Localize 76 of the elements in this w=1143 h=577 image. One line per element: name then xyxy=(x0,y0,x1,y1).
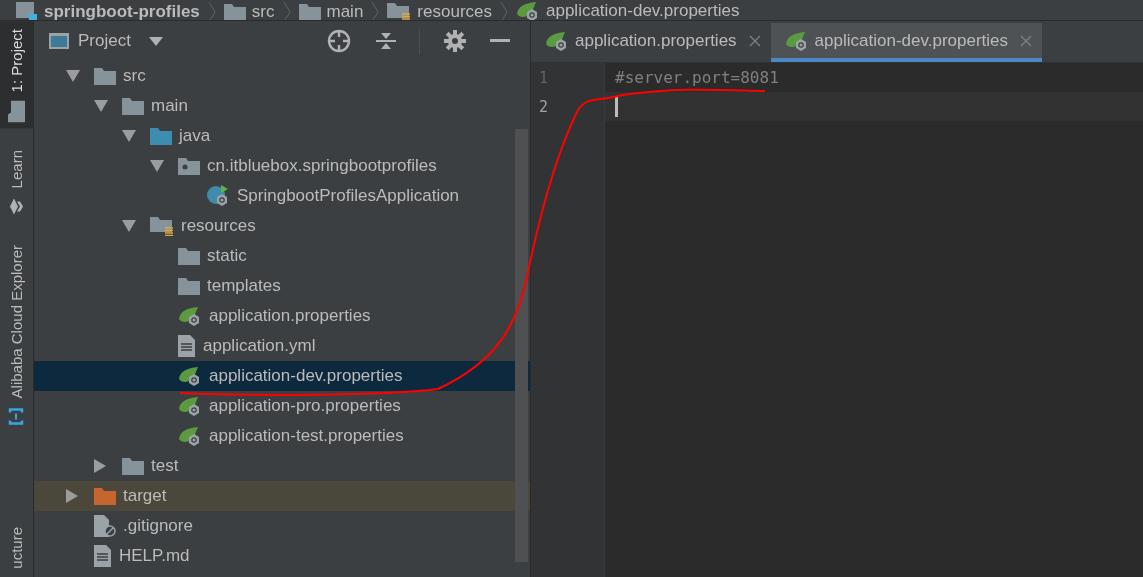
panel-title: Project xyxy=(78,31,131,51)
class-icon xyxy=(206,185,230,207)
editor-tab[interactable]: application-dev.properties xyxy=(770,23,1043,62)
folder-icon xyxy=(94,67,116,85)
separator-icon xyxy=(371,2,380,20)
leaf-gear-icon xyxy=(178,395,202,417)
tree-item[interactable]: cn.itbluebox.springbootprofiles xyxy=(34,151,530,181)
tool-window-tab[interactable]: Alibaba Cloud Explorer xyxy=(0,236,33,433)
folder-icon xyxy=(5,102,28,121)
tree-item[interactable]: application-test.properties xyxy=(34,421,530,451)
expanded-arrow-icon[interactable] xyxy=(122,220,136,232)
leaf-gear-icon xyxy=(178,365,202,387)
breadcrumb-item[interactable]: main xyxy=(326,2,364,20)
tree-item[interactable]: target xyxy=(34,481,530,511)
expanded-arrow-icon[interactable] xyxy=(122,130,136,142)
package-icon xyxy=(178,157,200,175)
collapsed-arrow-icon[interactable] xyxy=(66,489,78,503)
tree-item[interactable]: HELP.md xyxy=(34,541,530,571)
tree-item[interactable]: test xyxy=(34,451,530,481)
breadcrumb-item[interactable]: springboot-profiles xyxy=(44,2,200,20)
file-icon xyxy=(94,515,116,537)
editor-tab[interactable]: application.properties xyxy=(531,23,771,62)
leaf-gear-icon xyxy=(784,29,809,52)
module-icon xyxy=(16,2,38,20)
tree-item[interactable]: application-dev.properties xyxy=(34,361,530,391)
folder-icon xyxy=(178,247,200,265)
tree-item[interactable]: templates xyxy=(34,271,530,301)
separator-icon xyxy=(207,2,216,20)
settings-icon[interactable] xyxy=(444,30,466,52)
tree-item[interactable]: application.properties xyxy=(34,301,530,331)
tree-item[interactable]: application-pro.properties xyxy=(34,391,530,421)
tool-window-tab[interactable]: Learn xyxy=(0,142,33,223)
tool-window-tab[interactable]: 1: Project xyxy=(0,21,33,129)
separator-icon xyxy=(500,2,508,20)
collapse-all-icon[interactable] xyxy=(375,30,397,52)
breadcrumb-item[interactable]: resources xyxy=(417,2,492,20)
tree-item[interactable]: src xyxy=(34,61,530,91)
file-icon xyxy=(178,335,196,357)
tree-item[interactable]: application.yml xyxy=(34,331,530,361)
tool-window-tab[interactable]: ucture xyxy=(0,527,33,577)
tree-item[interactable]: main xyxy=(34,91,530,121)
tree-item[interactable]: java xyxy=(34,121,530,151)
folder-icon xyxy=(150,127,172,145)
folder-icon xyxy=(94,487,116,505)
resources-folder-icon xyxy=(150,216,174,236)
breadcrumb-item[interactable]: application-dev.properties xyxy=(546,1,740,20)
expanded-arrow-icon[interactable] xyxy=(66,70,80,82)
collapsed-arrow-icon[interactable] xyxy=(94,459,106,473)
scrollbar[interactable] xyxy=(515,129,528,562)
separator-icon xyxy=(282,2,291,20)
leaf-gear-icon xyxy=(178,425,202,447)
bracket-icon xyxy=(7,408,26,425)
folder-icon xyxy=(223,3,246,20)
code-comment: #server.port=8081 xyxy=(615,68,779,87)
file-icon xyxy=(94,545,112,567)
minimize-icon[interactable] xyxy=(490,39,510,43)
line-number: 2 xyxy=(539,97,549,116)
tree-item[interactable]: .gitignore xyxy=(34,511,530,541)
tree-item[interactable]: static xyxy=(34,241,530,271)
expanded-arrow-icon[interactable] xyxy=(94,100,108,112)
folder-icon xyxy=(298,3,321,20)
folder-icon xyxy=(122,457,144,475)
folder-icon xyxy=(178,277,200,295)
expanded-arrow-icon[interactable] xyxy=(150,160,164,172)
close-icon[interactable] xyxy=(748,34,761,47)
tree-item[interactable]: resources xyxy=(34,211,530,241)
leaf-gear-icon xyxy=(545,29,569,52)
folder-icon xyxy=(122,97,144,115)
project-view-icon xyxy=(48,32,70,50)
locate-icon[interactable] xyxy=(327,29,351,53)
leaf-gear-icon xyxy=(178,305,202,327)
text-cursor xyxy=(615,96,618,117)
breadcrumb-item[interactable]: src xyxy=(251,2,275,20)
dropdown-caret-icon[interactable] xyxy=(148,36,163,46)
tree-item[interactable]: SpringbootProfilesApplication xyxy=(34,181,530,211)
resources-folder-icon xyxy=(387,2,412,20)
